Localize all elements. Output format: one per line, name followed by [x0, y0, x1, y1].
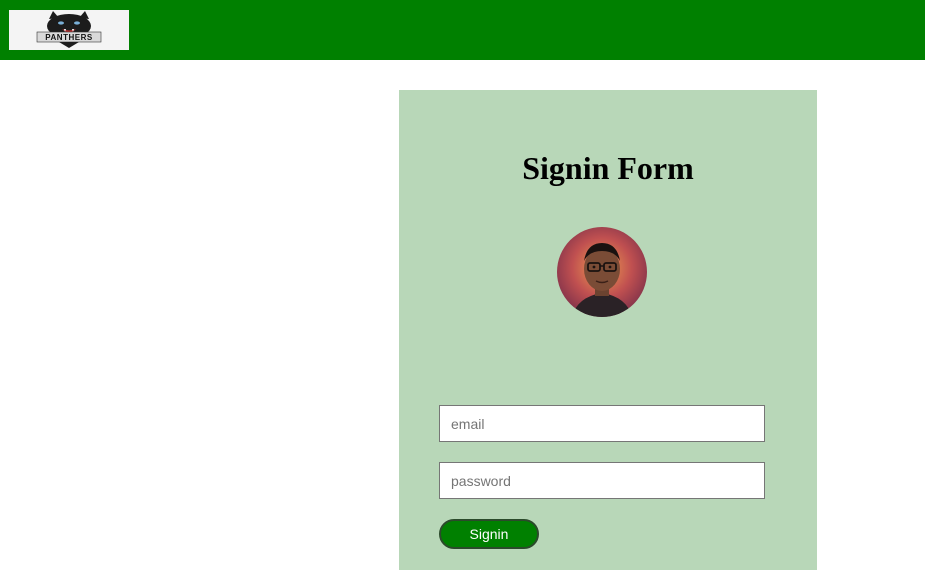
panthers-logo[interactable]: PANTHERS	[9, 10, 129, 50]
top-navbar: PANTHERS	[0, 0, 925, 60]
form-title: Signin Form	[522, 150, 694, 186]
panther-head-icon	[36, 11, 102, 48]
password-field[interactable]	[439, 462, 765, 499]
email-field[interactable]	[439, 405, 765, 442]
user-avatar-icon	[557, 227, 647, 317]
signin-button[interactable]: Signin	[439, 519, 539, 549]
logo-text: PANTHERS	[45, 33, 93, 42]
